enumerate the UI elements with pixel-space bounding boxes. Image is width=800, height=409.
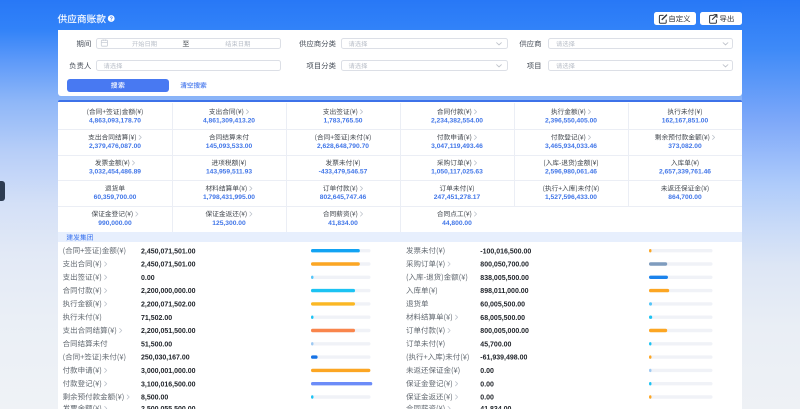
svg-text:800,005,000.00: 800,005,000.00 bbox=[480, 328, 529, 335]
svg-text:990,000.00: 990,000.00 bbox=[98, 220, 132, 227]
svg-text:125,300.00: 125,300.00 bbox=[212, 220, 246, 227]
svg-text:0.00: 0.00 bbox=[480, 368, 494, 375]
svg-text:60,359,700.00: 60,359,700.00 bbox=[94, 194, 137, 201]
svg-text:162,167,851.00: 162,167,851.00 bbox=[662, 118, 709, 125]
svg-text:2,379,476,087.00: 2,379,476,087.00 bbox=[89, 143, 141, 150]
svg-text:3,100,016,500.00: 3,100,016,500.00 bbox=[141, 381, 196, 388]
svg-text:3,032,454,486.89: 3,032,454,486.89 bbox=[89, 169, 141, 176]
svg-text:0.00: 0.00 bbox=[480, 381, 494, 388]
svg-text:250,030,167.00: 250,030,167.00 bbox=[141, 355, 190, 362]
svg-text:1,050,117,025.63: 1,050,117,025.63 bbox=[431, 169, 483, 176]
svg-text:800,050,700.00: 800,050,700.00 bbox=[480, 262, 529, 269]
svg-text:2,200,051,500.00: 2,200,051,500.00 bbox=[141, 328, 196, 335]
svg-text:45,700.00: 45,700.00 bbox=[480, 341, 511, 348]
svg-text:-61,939,498.00: -61,939,498.00 bbox=[480, 355, 527, 362]
svg-text:2,596,980,061.46: 2,596,980,061.46 bbox=[545, 169, 597, 176]
svg-text:71,502.00: 71,502.00 bbox=[141, 315, 172, 322]
svg-text:145,093,533.00: 145,093,533.00 bbox=[206, 143, 253, 150]
svg-text:2,657,339,761.46: 2,657,339,761.46 bbox=[659, 169, 711, 176]
svg-text:1,783,765.50: 1,783,765.50 bbox=[323, 118, 362, 125]
svg-text:3,000,001,000.00: 3,000,001,000.00 bbox=[141, 368, 196, 375]
svg-text:0.00: 0.00 bbox=[480, 395, 494, 402]
svg-text:2,200,000,000.00: 2,200,000,000.00 bbox=[141, 288, 196, 295]
svg-text:-100,016,500.00: -100,016,500.00 bbox=[480, 248, 531, 255]
svg-text:8,500.00: 8,500.00 bbox=[141, 395, 168, 402]
svg-text:2,234,382,554.00: 2,234,382,554.00 bbox=[431, 118, 483, 125]
svg-text:2,628,648,790.70: 2,628,648,790.70 bbox=[317, 143, 369, 150]
svg-text:4,863,093,178.70: 4,863,093,178.70 bbox=[89, 118, 141, 125]
svg-text:143,959,511.93: 143,959,511.93 bbox=[206, 169, 252, 176]
svg-text:60,005,500.00: 60,005,500.00 bbox=[480, 301, 525, 308]
svg-text:1,527,596,433.00: 1,527,596,433.00 bbox=[545, 194, 597, 201]
svg-text:864,700.00: 864,700.00 bbox=[668, 194, 702, 201]
svg-text:44,800.00: 44,800.00 bbox=[442, 220, 472, 227]
svg-text:3,047,119,493.46: 3,047,119,493.46 bbox=[431, 143, 483, 150]
svg-text:1,798,431,995.00: 1,798,431,995.00 bbox=[203, 194, 255, 201]
svg-text:2,450,071,501.00: 2,450,071,501.00 bbox=[141, 262, 196, 269]
svg-text:3,465,934,033.46: 3,465,934,033.46 bbox=[545, 143, 597, 150]
svg-text:41,834.00: 41,834.00 bbox=[328, 220, 358, 227]
svg-text:898,011,000.00: 898,011,000.00 bbox=[480, 288, 528, 295]
svg-text:0.00: 0.00 bbox=[141, 275, 155, 282]
svg-text:4,861,309,413.20: 4,861,309,413.20 bbox=[203, 118, 255, 125]
svg-text:247,451,278.17: 247,451,278.17 bbox=[434, 194, 481, 201]
svg-text:2,396,550,405.00: 2,396,550,405.00 bbox=[545, 118, 597, 125]
svg-text:838,005,500.00: 838,005,500.00 bbox=[480, 275, 529, 282]
svg-text:2,200,071,502.00: 2,200,071,502.00 bbox=[141, 301, 196, 308]
svg-text:68,005,500.00: 68,005,500.00 bbox=[480, 315, 525, 322]
svg-text:-433,479,546.57: -433,479,546.57 bbox=[319, 169, 368, 176]
svg-text:802,645,747.46: 802,645,747.46 bbox=[320, 194, 367, 201]
svg-text:?: ? bbox=[110, 17, 113, 23]
svg-text:2,450,071,501.00: 2,450,071,501.00 bbox=[141, 248, 196, 255]
svg-text:51,500.00: 51,500.00 bbox=[141, 341, 172, 348]
svg-text:373,082.00: 373,082.00 bbox=[668, 143, 702, 150]
